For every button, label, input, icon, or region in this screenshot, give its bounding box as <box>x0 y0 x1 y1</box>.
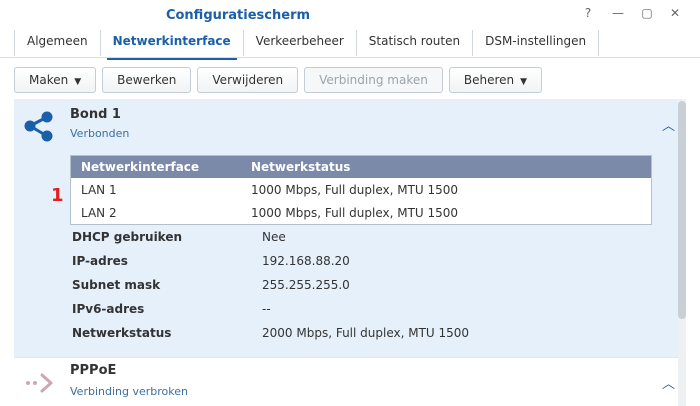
tab-algemeen[interactable]: Algemeen <box>14 30 100 56</box>
manage-button-label: Beheren <box>463 73 515 87</box>
property-label: IPv6-adres <box>72 302 145 316</box>
table-cell: 1000 Mbps, Full duplex, MTU 1500 <box>251 206 459 220</box>
table-header: Netwerkinterface Netwerkstatus <box>71 156 651 178</box>
chevron-up-icon[interactable]: ︿ <box>662 373 675 392</box>
property-label: IP-adres <box>72 254 128 268</box>
tab-bar: Algemeen Netwerkinterface Verkeerbeheer … <box>14 30 600 60</box>
list-item-pppoe[interactable]: PPPoE Verbinding verbroken ︿ <box>14 357 686 406</box>
bond-status: Verbonden <box>70 127 130 140</box>
scrollbar-thumb[interactable] <box>678 101 686 319</box>
property-label: Subnet mask <box>72 278 161 292</box>
table-cell: 1000 Mbps, Full duplex, MTU 1500 <box>251 183 459 197</box>
close-icon[interactable]: ✕ <box>668 6 682 20</box>
maximize-icon[interactable]: ▢ <box>640 6 654 20</box>
chevron-up-icon[interactable]: ︿ <box>662 115 675 134</box>
table-cell: LAN 2 <box>81 206 117 220</box>
column-header: Netwerkstatus <box>251 160 351 174</box>
property-value: 192.168.88.20 <box>262 254 350 268</box>
help-icon[interactable]: ? <box>581 6 595 20</box>
property-value: Nee <box>262 230 286 244</box>
tab-divider <box>0 57 700 58</box>
chevron-down-icon: ▼ <box>74 77 82 87</box>
minimize-icon[interactable]: — <box>611 6 625 20</box>
tab-netwerkinterface[interactable]: Netwerkinterface <box>99 30 243 60</box>
interface-list: Bond 1 Verbonden ︿ 1 Netwerkinterface Ne… <box>14 99 686 406</box>
property-value: 2000 Mbps, Full duplex, MTU 1500 <box>262 326 470 340</box>
dotted-arrow-icon <box>26 373 53 393</box>
edit-button[interactable]: Bewerken <box>102 67 192 93</box>
bond-name: Bond 1 <box>70 107 121 122</box>
property-subnet: Subnet mask 255.255.255.0 <box>72 278 632 302</box>
column-header: Netwerkinterface <box>81 160 200 174</box>
property-ipv6: IPv6-adres -- <box>72 302 632 326</box>
property-label: DHCP gebruiken <box>72 230 183 244</box>
pppoe-status: Verbinding verbroken <box>70 385 188 398</box>
create-button[interactable]: Maken ▼ <box>14 67 97 93</box>
property-ip: IP-adres 192.168.88.20 <box>72 254 632 278</box>
toolbar: Maken ▼ Bewerken Verwijderen Verbinding m… <box>14 67 543 93</box>
connect-button[interactable]: Verbinding maken <box>304 67 443 93</box>
share-network-icon <box>24 111 53 142</box>
property-network-status: Netwerkstatus 2000 Mbps, Full duplex, MT… <box>72 326 632 350</box>
tab-statisch-routen[interactable]: Statisch routen <box>355 30 472 56</box>
property-dhcp: DHCP gebruiken Nee <box>72 230 632 254</box>
delete-button[interactable]: Verwijderen <box>197 67 299 93</box>
property-value: -- <box>262 302 271 316</box>
pppoe-name: PPPoE <box>70 363 117 378</box>
interface-table: Netwerkinterface Netwerkstatus LAN 1 100… <box>70 155 652 225</box>
list-item-bond[interactable]: Bond 1 Verbonden ︿ 1 Netwerkinterface Ne… <box>14 99 686 357</box>
property-label: Netwerkstatus <box>72 326 172 340</box>
table-cell: LAN 1 <box>81 183 117 197</box>
annotation-badge: 1 <box>51 185 64 206</box>
window-title: Configuratiescherm <box>165 8 311 23</box>
property-value: 255.255.255.0 <box>262 278 350 292</box>
table-row[interactable]: LAN 2 1000 Mbps, Full duplex, MTU 1500 <box>71 201 651 224</box>
chevron-down-icon: ▼ <box>520 77 528 87</box>
table-row[interactable]: LAN 1 1000 Mbps, Full duplex, MTU 1500 <box>71 178 651 201</box>
create-button-label: Maken <box>29 73 69 87</box>
tab-verkeerbeheer[interactable]: Verkeerbeheer <box>242 30 356 56</box>
tab-dsm-instellingen[interactable]: DSM-instellingen <box>472 30 600 56</box>
manage-button[interactable]: Beheren ▼ <box>448 67 543 93</box>
title-bar: Configuratiescherm ? — ▢ ✕ <box>0 0 700 30</box>
